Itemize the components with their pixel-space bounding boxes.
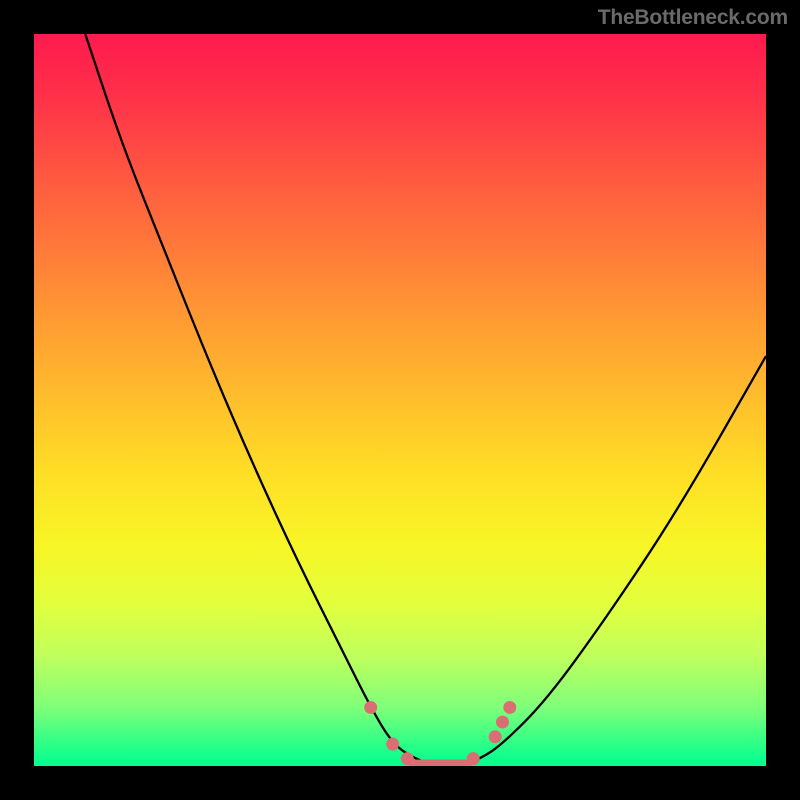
curve-marker xyxy=(467,752,480,765)
bottleneck-curve xyxy=(85,34,766,766)
curve-marker xyxy=(496,716,509,729)
plot-area xyxy=(34,34,766,766)
bottleneck-curve-svg xyxy=(34,34,766,766)
watermark-text: TheBottleneck.com xyxy=(598,6,788,30)
curve-marker xyxy=(503,701,516,714)
curve-marker xyxy=(386,738,399,751)
curve-marker xyxy=(401,752,414,765)
curve-marker xyxy=(489,730,502,743)
chart-frame: TheBottleneck.com xyxy=(0,0,800,800)
curve-marker xyxy=(364,701,377,714)
